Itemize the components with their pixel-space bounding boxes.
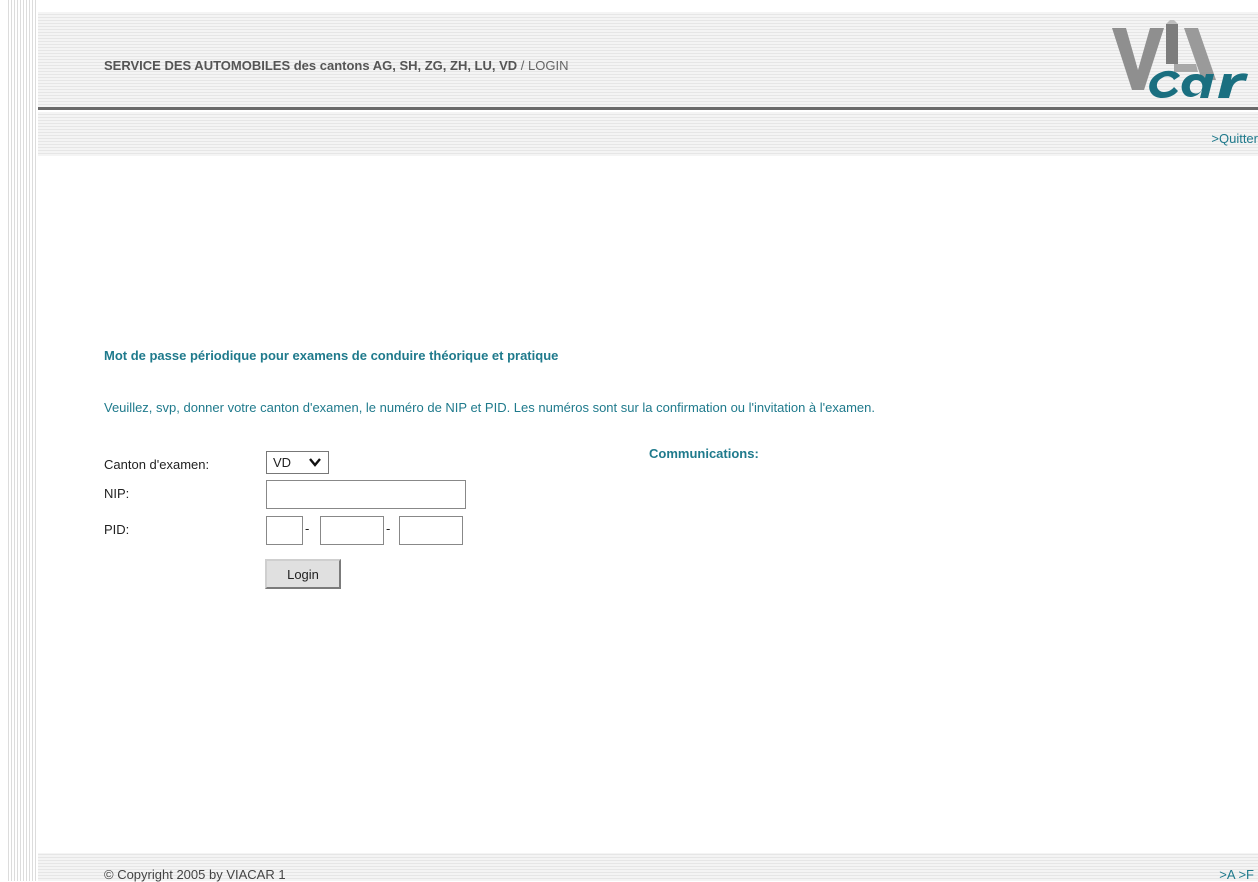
canton-selected-value: VD (273, 455, 292, 470)
page-title: SERVICE DES AUTOMOBILES des cantons AG, … (104, 58, 568, 73)
pid-input-part-2[interactable] (320, 516, 384, 545)
language-link-f[interactable]: >F (1238, 867, 1254, 882)
nip-input[interactable] (266, 480, 466, 509)
breadcrumb: / LOGIN (517, 58, 569, 73)
viacar-logo (1112, 20, 1248, 98)
pid-input-part-1[interactable] (266, 516, 303, 545)
quit-link[interactable]: >Quitter (1211, 131, 1258, 146)
pid-label: PID: (104, 522, 130, 537)
language-link-a[interactable]: >A (1219, 867, 1235, 882)
instructions-text: Veuillez, svp, donner votre canton d'exa… (104, 400, 876, 415)
main-content (38, 156, 1258, 853)
login-button[interactable]: Login (265, 559, 341, 589)
header-service-title: SERVICE DES AUTOMOBILES des cantons AG, … (104, 58, 518, 73)
left-decorative-stripes (0, 0, 38, 881)
form-heading: Mot de passe périodique pour examens de … (104, 348, 559, 363)
communications-heading: Communications: (649, 446, 759, 461)
nip-label: NIP: (104, 486, 130, 501)
language-links: >A >F (1219, 867, 1254, 882)
pid-input-part-3[interactable] (399, 516, 463, 545)
sub-header-band (38, 112, 1258, 156)
pid-separator-1: - (305, 521, 310, 536)
canton-label: Canton d'examen: (104, 457, 210, 472)
canton-select[interactable]: VD (266, 451, 329, 474)
chevron-down-icon (309, 458, 321, 467)
header-rule (38, 107, 1258, 110)
copyright-text: © Copyright 2005 by VIACAR 1 (104, 867, 286, 882)
pid-separator-2: - (386, 521, 391, 536)
